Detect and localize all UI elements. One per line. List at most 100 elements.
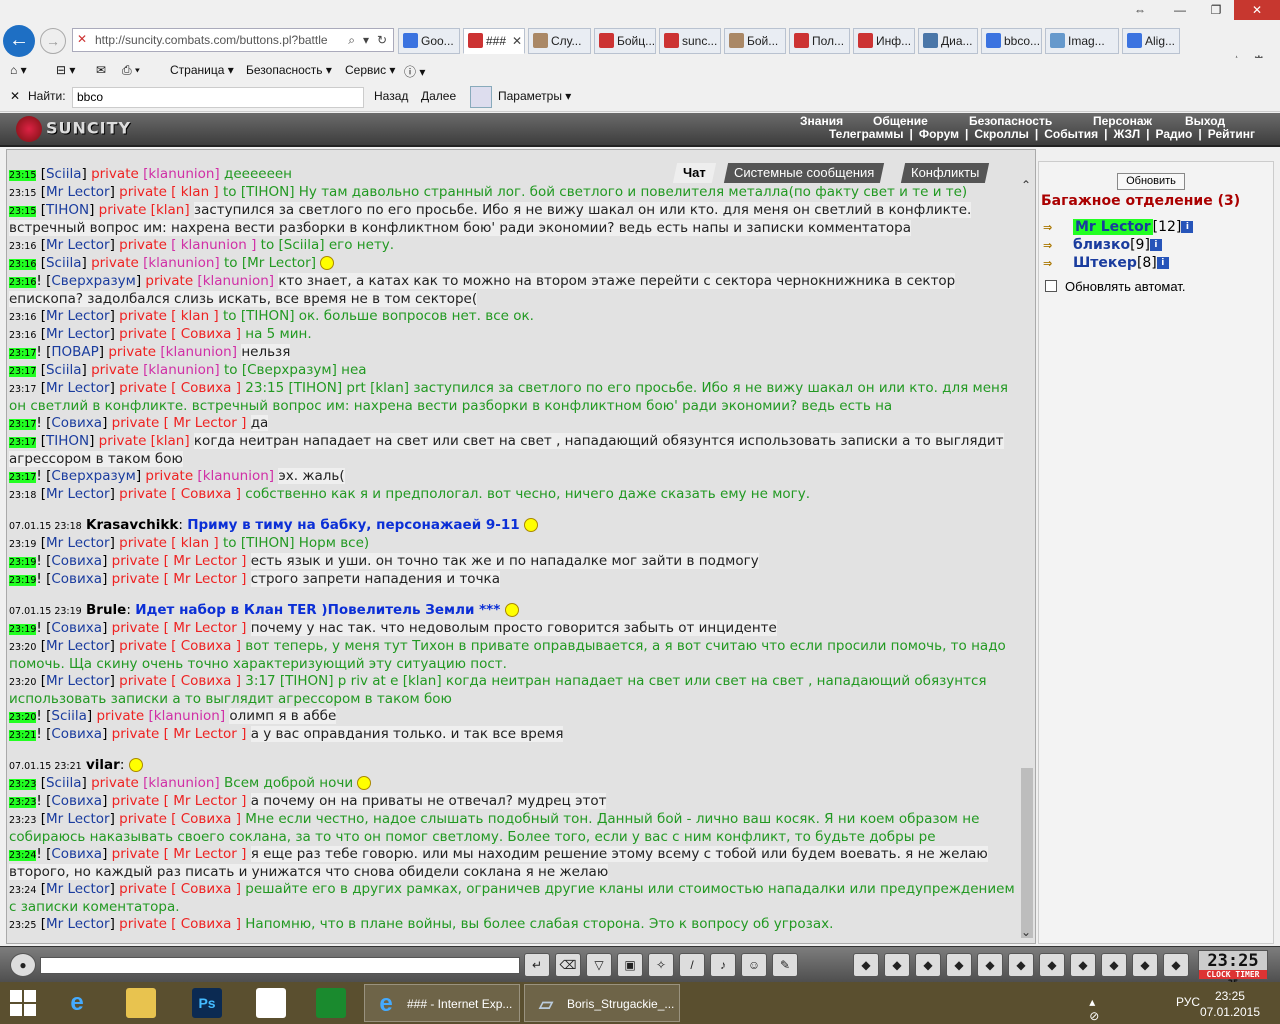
find-next-button[interactable]: Далее xyxy=(421,89,456,103)
recipient[interactable]: [klanunion] xyxy=(143,166,220,182)
recipient[interactable]: [klan] xyxy=(151,433,190,449)
highlight-icon[interactable] xyxy=(470,86,492,108)
minimize-button[interactable]: — xyxy=(1160,0,1200,20)
sender-nick[interactable]: Sciila xyxy=(46,255,82,271)
recipient[interactable]: [ Mr Lector ] xyxy=(164,415,247,431)
browser-tab[interactable]: Бой... xyxy=(724,28,786,54)
private-label[interactable]: private xyxy=(99,433,147,449)
ie-window-task[interactable]: e ### - Internet Exp... xyxy=(364,984,520,1022)
private-label[interactable]: private xyxy=(112,415,160,431)
castle-icon[interactable]: ◆ xyxy=(1070,953,1096,977)
game-subnav-item[interactable]: Скроллы xyxy=(974,127,1029,141)
windows-start-icon[interactable] xyxy=(10,990,38,1018)
private-label[interactable]: private xyxy=(112,571,160,587)
private-label[interactable]: private xyxy=(119,237,167,253)
filter-icon[interactable]: ▽ xyxy=(586,953,612,977)
timestamp[interactable]: 23:16 xyxy=(9,330,36,341)
timestamp[interactable]: 23:20 xyxy=(9,642,36,653)
private-label[interactable]: private xyxy=(145,273,193,289)
search-icon[interactable]: ⌕ xyxy=(348,29,355,51)
enter-icon[interactable]: ↵ xyxy=(524,953,550,977)
browser-tab[interactable]: Alig... xyxy=(1122,28,1180,54)
sender-nick[interactable]: Совиха xyxy=(51,846,102,862)
recipient[interactable]: [ klanunion ] xyxy=(171,237,256,253)
browser-tab[interactable]: Бойц... xyxy=(594,28,656,54)
announcer-nick[interactable]: Brule xyxy=(86,602,126,618)
recipient[interactable]: [klanunion] xyxy=(197,273,274,289)
chat-message-input[interactable] xyxy=(40,957,520,974)
recipient[interactable]: [klanunion] xyxy=(160,344,237,360)
home-icon[interactable]: ⌂ ▾ xyxy=(10,63,27,77)
browser-tab[interactable]: Слу... xyxy=(528,28,591,54)
page-menu[interactable]: Страница ▾ xyxy=(170,63,234,77)
private-label[interactable]: private xyxy=(119,380,167,396)
recipient[interactable]: [ Совиха ] xyxy=(171,486,241,502)
browser-tab[interactable]: sunc... xyxy=(659,28,721,54)
game-subnav-item[interactable]: Форум xyxy=(919,127,959,141)
timestamp[interactable]: 23:16 xyxy=(9,277,37,288)
sender-nick[interactable]: TIHON xyxy=(46,433,89,449)
sender-nick[interactable]: Mr Lector xyxy=(46,486,110,502)
sender-nick[interactable]: Sciila xyxy=(46,775,82,791)
resize-icon[interactable]: ⇔ xyxy=(1120,0,1160,20)
recipient[interactable]: [ Совиха ] xyxy=(171,811,241,827)
sender-nick[interactable]: Совиха xyxy=(51,620,102,636)
sender-nick[interactable]: Mr Lector xyxy=(46,881,110,897)
service-menu[interactable]: Сервис ▾ xyxy=(345,63,395,77)
timestamp[interactable]: 23:15 xyxy=(9,170,37,181)
recipient[interactable]: [ Совиха ] xyxy=(171,881,241,897)
private-label[interactable]: private xyxy=(112,793,160,809)
timestamp[interactable]: 23:16 xyxy=(9,259,37,270)
sound-icon[interactable]: ♪ xyxy=(710,953,736,977)
browser-tab[interactable]: Диа... xyxy=(918,28,978,54)
timestamp[interactable]: 23:24 xyxy=(9,885,36,896)
recipient[interactable]: [klanunion] xyxy=(197,468,274,484)
browser-tab[interactable]: Goo... xyxy=(398,28,460,54)
language-indicator[interactable]: РУС xyxy=(1176,995,1200,1009)
recipient[interactable]: [ klan ] xyxy=(171,308,219,324)
game-subnav-item[interactable]: Радио xyxy=(1156,127,1193,141)
announcer-nick[interactable]: Krasavchikk xyxy=(86,517,178,533)
member-info-icon[interactable]: i xyxy=(1149,239,1162,251)
private-label[interactable]: private xyxy=(119,308,167,324)
rss-feed-icon[interactable]: ⊟ ▾ xyxy=(56,63,75,77)
sender-nick[interactable]: Mr Lector xyxy=(46,916,110,932)
game-subnav-item[interactable]: ЖЗЛ xyxy=(1114,127,1141,141)
recipient[interactable]: [klanunion] xyxy=(149,708,226,724)
notepad-taskbar-icon[interactable] xyxy=(250,984,300,1022)
timestamp[interactable]: 23:20 xyxy=(9,677,36,688)
maximize-button[interactable]: ❐ xyxy=(1196,0,1236,20)
weapon-icon[interactable]: ◆ xyxy=(977,953,1003,977)
recipient[interactable]: [klanunion] xyxy=(143,255,220,271)
ie-taskbar-icon[interactable]: e xyxy=(56,984,106,1022)
magic-icon[interactable]: ◆ xyxy=(884,953,910,977)
close-tab-icon[interactable]: ✕ xyxy=(512,34,522,48)
sender-nick[interactable]: Совиха xyxy=(51,571,102,587)
timestamp[interactable]: 23:17 xyxy=(9,384,36,395)
timestamp[interactable]: 23:19 xyxy=(9,624,37,635)
timestamp[interactable]: 23:15 xyxy=(9,188,36,199)
browser-tab[interactable]: ### ✕ xyxy=(463,28,525,54)
find-back-button[interactable]: Назад xyxy=(374,89,408,103)
private-label[interactable]: private xyxy=(91,166,139,182)
auto-refresh-option[interactable]: Обновлять автомат. xyxy=(1045,279,1185,294)
sender-nick[interactable]: Mr Lector xyxy=(46,638,110,654)
member-name[interactable]: Штекер xyxy=(1073,255,1137,271)
sender-nick[interactable]: Sciila xyxy=(46,362,82,378)
private-label[interactable]: private xyxy=(112,553,160,569)
sender-nick[interactable]: Сверхразум xyxy=(51,468,135,484)
member-row[interactable]: ⇒ Mr Lector [12] i xyxy=(1043,219,1194,235)
inventory-icon[interactable]: ◆ xyxy=(853,953,879,977)
member-name[interactable]: близко xyxy=(1073,237,1130,253)
clear-icon[interactable]: ✎ xyxy=(772,953,798,977)
timestamp[interactable]: 23:16 xyxy=(9,312,36,323)
timestamp[interactable]: 23:24 xyxy=(9,850,37,861)
find-input[interactable]: bbco xyxy=(72,87,364,108)
timestamp[interactable]: 23:25 xyxy=(9,920,36,931)
sender-nick[interactable]: Mr Lector xyxy=(46,811,110,827)
private-label[interactable]: private xyxy=(119,638,167,654)
member-info-icon[interactable]: i xyxy=(1181,221,1194,233)
scroll-up-icon[interactable]: ⌃ xyxy=(1021,178,1031,192)
recipient[interactable]: [klanunion] xyxy=(143,362,220,378)
timestamp[interactable]: 23:16 xyxy=(9,241,36,252)
